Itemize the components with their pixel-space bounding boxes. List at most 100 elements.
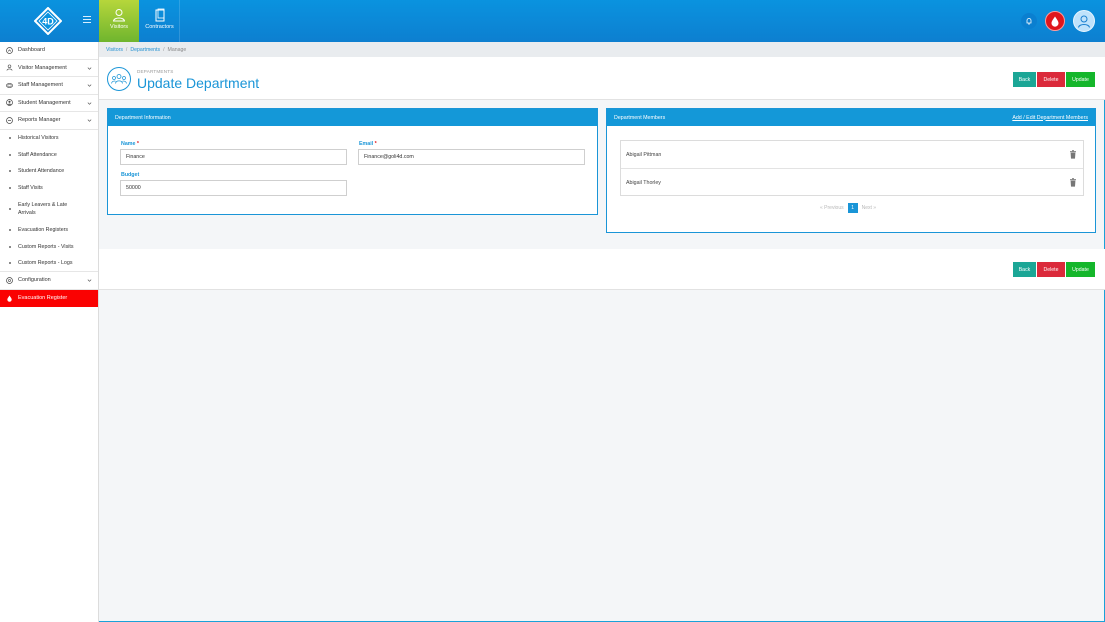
department-icon: [107, 67, 131, 91]
sidebar: Dashboard Visitor Management Staff Manag…: [0, 42, 99, 622]
reports-icon: [6, 116, 13, 124]
menu-toggle-icon[interactable]: [83, 16, 91, 23]
panel-title: Department Information: [115, 114, 171, 121]
sidebar-item-label: Visitor Management: [18, 64, 67, 71]
sidebar-subitem-evacuation-registers[interactable]: Evacuation Registers: [0, 222, 98, 239]
bell-icon[interactable]: [1021, 13, 1037, 29]
breadcrumb: Visitors / Departments / Manage: [99, 42, 1105, 57]
department-info-panel: Department Information Name * Finance Em…: [107, 108, 598, 215]
tab-contractors[interactable]: Contractors: [140, 0, 180, 42]
update-button[interactable]: Update: [1066, 72, 1095, 87]
sidebar-item-label: Configuration: [18, 277, 51, 284]
sidebar-item-label: Student Management: [18, 99, 71, 106]
header-actions: Back Delete Update: [1013, 72, 1095, 87]
bullet-icon: [9, 170, 11, 173]
sidebar-item-label: Staff Management: [18, 82, 63, 89]
sidebar-subitem-label: Staff Attendance: [18, 151, 57, 158]
sidebar-subitem-label: Custom Reports - Logs: [18, 260, 73, 267]
gear-icon: [6, 277, 13, 284]
clipboard-icon: [155, 8, 164, 22]
sidebar-subitem-staff-visits[interactable]: Staff Visits: [0, 180, 98, 197]
bullet-icon: [9, 229, 11, 232]
sidebar-subitem-student-attendance[interactable]: Student Attendance: [0, 163, 98, 180]
breadcrumb-departments[interactable]: Departments: [130, 47, 160, 53]
bullet-icon: [9, 262, 11, 265]
dashboard-icon: [6, 46, 13, 54]
breadcrumb-manage: Manage: [167, 46, 187, 53]
email-value: Finance@goli4d.com: [364, 154, 414, 160]
sidebar-item-label: Dashboard: [18, 47, 45, 54]
back-button[interactable]: Back: [1013, 72, 1036, 87]
panel-title: Department Members: [614, 114, 666, 121]
department-members-panel: Department Members Add / Edit Department…: [606, 108, 1096, 233]
sidebar-subitem-early-leavers[interactable]: Early Leavers & Late Arrivals: [0, 197, 98, 222]
id-card-icon: [6, 82, 13, 88]
delete-button[interactable]: Delete: [1037, 262, 1065, 277]
list-item[interactable]: Abigail Thorley: [621, 169, 1083, 197]
required-mark: *: [374, 141, 377, 147]
name-field[interactable]: Finance: [120, 149, 347, 165]
list-item[interactable]: Abigail Pittman: [621, 141, 1083, 169]
sidebar-item-reports-manager[interactable]: Reports Manager: [0, 112, 98, 130]
page-kicker: DEPARTMENTS: [137, 69, 174, 74]
delete-button[interactable]: Delete: [1037, 72, 1065, 87]
sidebar-item-staff-management[interactable]: Staff Management: [0, 77, 98, 95]
chevron-down-icon: [87, 119, 92, 122]
pagination-previous[interactable]: « Previous: [820, 205, 844, 211]
budget-label-text: Budget: [121, 172, 140, 178]
sidebar-item-label: Reports Manager: [18, 117, 61, 124]
sidebar-subitem-historical-visitors[interactable]: Historical Visitors: [0, 130, 98, 147]
sidebar-item-dashboard[interactable]: Dashboard: [0, 42, 98, 60]
sidebar-item-visitor-management[interactable]: Visitor Management: [0, 60, 98, 77]
bullet-icon: [9, 245, 11, 248]
person-icon: [6, 64, 13, 71]
sidebar-subitem-label: Custom Reports - Visits: [18, 243, 74, 250]
sidebar-item-student-management[interactable]: Student Management: [0, 95, 98, 112]
edit-members-link[interactable]: Add / Edit Department Members: [1012, 115, 1088, 121]
breadcrumb-visitors[interactable]: Visitors: [106, 47, 123, 53]
footer-actions-bar: Back Delete Update: [99, 249, 1105, 290]
sidebar-item-label: Evacuation Register: [18, 295, 68, 302]
student-icon: [6, 99, 13, 107]
pagination: « Previous 1 Next »: [820, 203, 876, 213]
email-label: Email *: [359, 141, 377, 147]
bullet-icon: [9, 153, 11, 156]
update-button[interactable]: Update: [1066, 262, 1095, 277]
pagination-page[interactable]: 1: [847, 203, 858, 213]
sidebar-subitem-staff-attendance[interactable]: Staff Attendance: [0, 146, 98, 163]
budget-value: 50000: [126, 185, 141, 191]
member-name: Abigail Thorley: [626, 180, 661, 186]
pagination-next[interactable]: Next »: [862, 205, 876, 211]
sidebar-item-configuration[interactable]: Configuration: [0, 272, 98, 290]
panel-header: Department Members Add / Edit Department…: [607, 109, 1095, 126]
person-icon: [112, 9, 126, 22]
chevron-down-icon: [87, 66, 92, 70]
tab-visitors-label: Visitors: [110, 24, 128, 30]
bullet-icon: [9, 136, 11, 139]
evacuation-drop-icon[interactable]: [1045, 11, 1065, 31]
top-icons: [1021, 10, 1095, 32]
trash-icon[interactable]: [1069, 178, 1077, 187]
drop-icon: [7, 295, 12, 302]
email-field[interactable]: Finance@goli4d.com: [358, 149, 585, 165]
user-avatar-icon[interactable]: [1073, 10, 1095, 32]
name-value: Finance: [126, 154, 145, 160]
sidebar-subitem-custom-reports-visits[interactable]: Custom Reports - Visits: [0, 238, 98, 255]
panel-header: Department Information: [108, 109, 597, 126]
sidebar-subitem-label: Staff Visits: [18, 185, 43, 192]
page-title: Update Department: [137, 75, 260, 91]
tab-visitors[interactable]: Visitors: [99, 0, 139, 42]
budget-label: Budget: [121, 172, 139, 178]
bullet-icon: [9, 187, 11, 190]
budget-field[interactable]: 50000: [120, 180, 347, 196]
trash-icon[interactable]: [1069, 150, 1077, 159]
sidebar-subitem-custom-reports-logs[interactable]: Custom Reports - Logs: [0, 255, 98, 273]
page-header: DEPARTMENTS Update Department Back Delet…: [99, 57, 1105, 100]
chevron-down-icon: [87, 279, 92, 282]
brand-logo[interactable]: 4D: [34, 7, 62, 35]
required-mark: *: [136, 141, 139, 147]
sidebar-subitem-label: Student Attendance: [18, 168, 65, 175]
sidebar-item-evacuation-register[interactable]: Evacuation Register: [0, 289, 98, 307]
back-button[interactable]: Back: [1013, 262, 1036, 277]
chevron-down-icon: [87, 101, 92, 105]
